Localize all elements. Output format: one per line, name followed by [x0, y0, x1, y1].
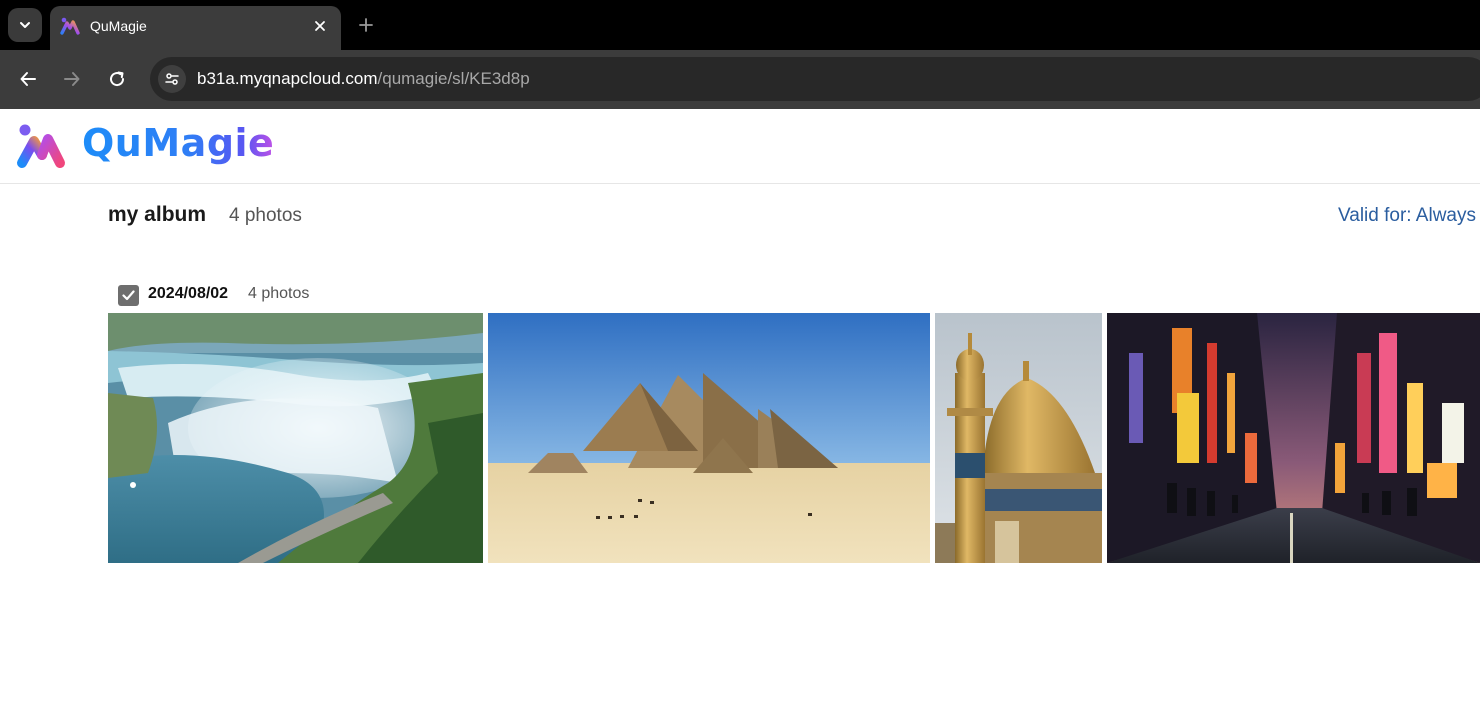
arrow-right-icon: [64, 72, 80, 86]
app-header: QuMagie: [0, 109, 1480, 184]
pyramids-photo: [488, 313, 930, 563]
url-text[interactable]: b31a.myqnapcloud.com/qumagie/sl/KE3d8p: [197, 69, 530, 89]
close-icon: [315, 21, 325, 31]
date-group-checkbox[interactable]: [118, 285, 139, 306]
new-tab-button[interactable]: [354, 13, 378, 37]
logo-text: QuMagie: [82, 121, 275, 165]
reload-icon: [110, 71, 125, 87]
browser-tab-active[interactable]: QuMagie: [50, 6, 341, 50]
browser-tabstrip: QuMagie: [0, 0, 1480, 50]
chevron-down-icon: [20, 22, 30, 28]
url-host: b31a.myqnapcloud.com: [197, 69, 378, 88]
photo-thumbnail-city-street[interactable]: [1107, 313, 1480, 563]
plus-icon: [359, 18, 373, 32]
photo-thumbnail-waterfall[interactable]: [108, 313, 483, 563]
tab-title: QuMagie: [90, 18, 147, 34]
url-path: /qumagie/sl/KE3d8p: [377, 69, 530, 88]
arrow-left-icon: [20, 72, 36, 86]
site-info-button[interactable]: [158, 65, 186, 93]
checkmark-icon: [122, 290, 135, 301]
photo-thumbnail-pyramids[interactable]: [488, 313, 930, 563]
qumagie-logo-icon[interactable]: [15, 122, 67, 170]
reload-button[interactable]: [102, 64, 132, 94]
back-button[interactable]: [13, 64, 43, 94]
browser-toolbar: b31a.myqnapcloud.com/qumagie/sl/KE3d8p: [0, 50, 1480, 109]
valid-for-text: Valid for: Always: [1338, 205, 1476, 226]
forward-button[interactable]: [57, 64, 87, 94]
album-photo-count: 4 photos: [229, 205, 302, 226]
waterfall-photo: [108, 313, 483, 563]
album-title: my album: [108, 203, 207, 226]
tab-close-button[interactable]: [310, 16, 330, 36]
date-group-label: 2024/08/02: [148, 285, 229, 302]
golden-dome-photo: [935, 313, 1102, 563]
tune-icon: [165, 73, 179, 85]
address-bar[interactable]: b31a.myqnapcloud.com/qumagie/sl/KE3d8p: [150, 57, 1480, 101]
photo-thumbnail-golden-dome[interactable]: [935, 313, 1102, 563]
tab-search-button[interactable]: [8, 8, 42, 42]
qumagie-favicon-icon: [60, 17, 80, 35]
city-street-photo: [1107, 313, 1480, 563]
date-group-photo-count: 4 photos: [248, 285, 310, 302]
